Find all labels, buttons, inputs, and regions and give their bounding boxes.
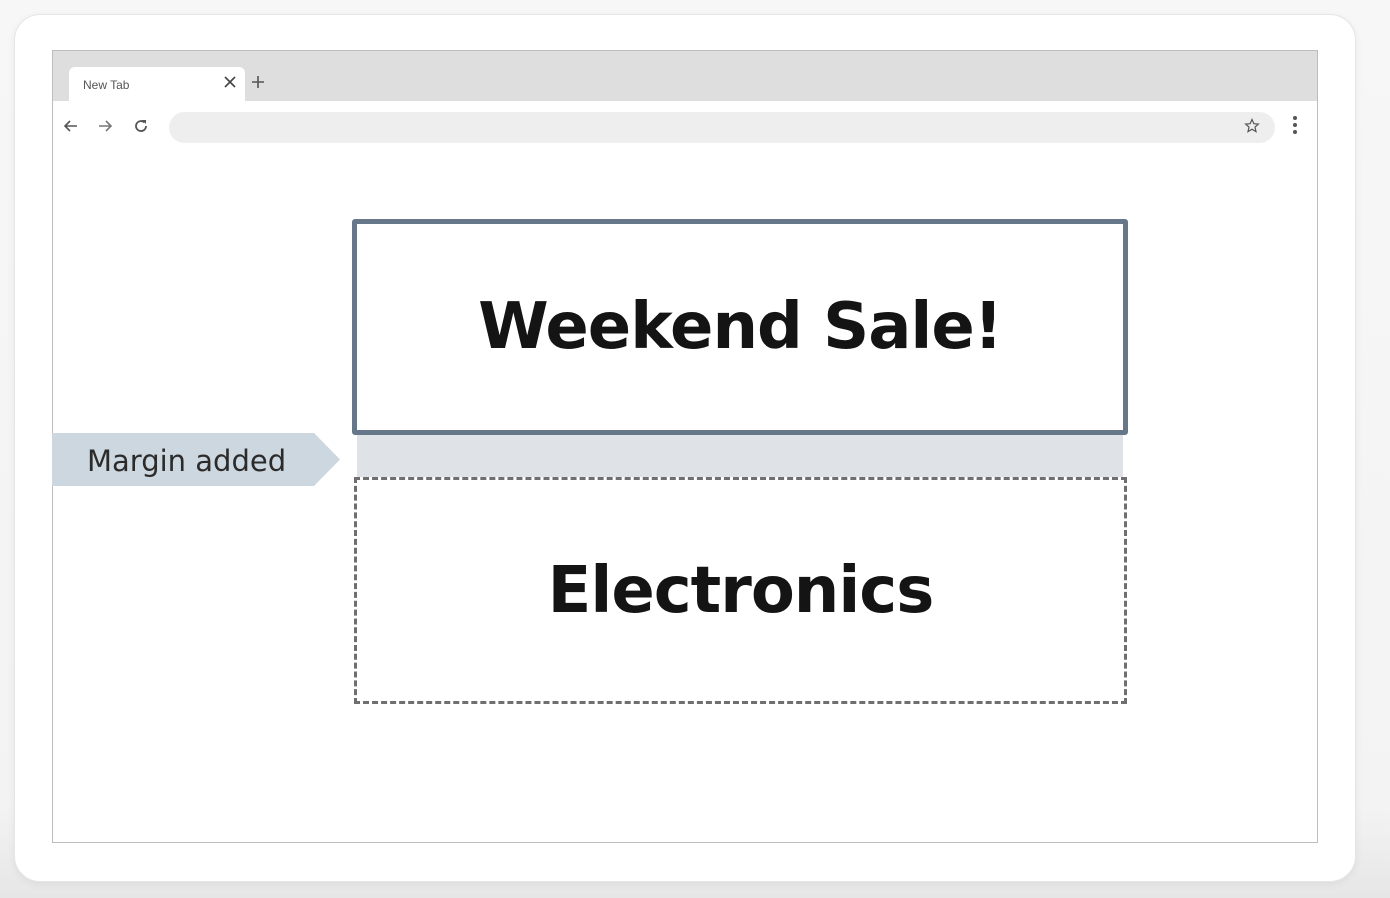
tab-strip: New Tab bbox=[53, 51, 1317, 101]
arrow-left-icon[interactable] bbox=[61, 117, 81, 137]
close-icon[interactable] bbox=[221, 75, 239, 93]
plus-icon[interactable] bbox=[249, 73, 267, 91]
tab-title: New Tab bbox=[83, 78, 130, 92]
star-icon[interactable] bbox=[1243, 118, 1261, 136]
sale-heading: Weekend Sale! bbox=[478, 290, 1003, 364]
weekend-sale-box: Weekend Sale! bbox=[352, 219, 1128, 435]
reload-icon[interactable] bbox=[131, 117, 151, 137]
browser-toolbar bbox=[53, 101, 1317, 153]
vertical-dots-icon[interactable] bbox=[1287, 115, 1303, 139]
electronics-heading: Electronics bbox=[547, 553, 935, 628]
tab-new-tab[interactable]: New Tab bbox=[69, 67, 245, 101]
margin-label: Margin added bbox=[87, 444, 287, 478]
margin-callout: Margin added bbox=[52, 433, 340, 486]
presentation-slide: New Tab Weekend Sale! Electronics Margin… bbox=[0, 0, 1390, 898]
arrow-right-icon[interactable] bbox=[95, 117, 115, 137]
electronics-box: Electronics bbox=[354, 477, 1127, 704]
margin-highlight bbox=[357, 435, 1123, 477]
address-bar[interactable] bbox=[169, 112, 1275, 143]
